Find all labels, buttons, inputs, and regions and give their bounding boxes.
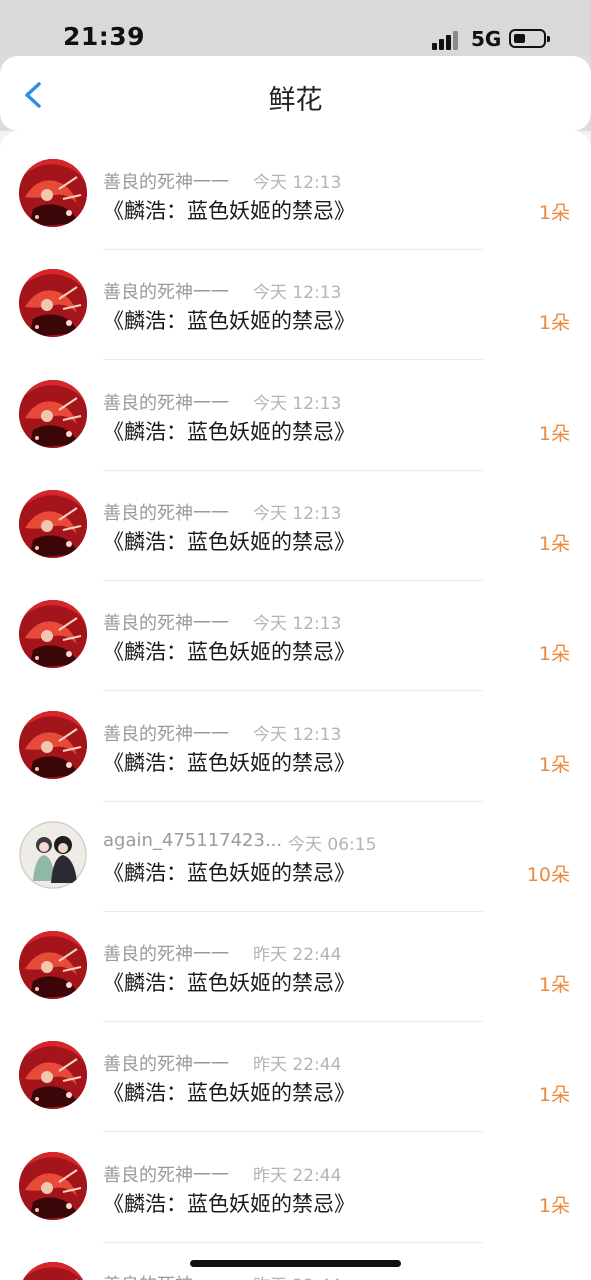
avatar[interactable] (19, 710, 87, 779)
flower-count: 1朵 (538, 1194, 570, 1217)
flower-count: 1朵 (538, 532, 570, 555)
list-item[interactable]: 善良的死神一一 昨天 22:44 《麟浩：蓝色妖姬的禁忌》 1朵 (0, 903, 591, 1023)
timestamp: 今天 12:13 (253, 724, 342, 745)
list-item[interactable]: 善良的死神一一 今天 12:13 《麟浩：蓝色妖姬的禁忌》 1朵 (0, 572, 591, 692)
flower-count: 1朵 (538, 312, 570, 335)
user-name[interactable]: 善良的死神一一 (103, 1050, 229, 1076)
list-item[interactable]: 善良的死神一一 昨天 22:44 《麟浩：蓝色妖姬的禁忌》 1朵 (0, 1124, 591, 1243)
flower-list[interactable]: 善良的死神一一 今天 12:13 《麟浩：蓝色妖姬的禁忌》 1朵 善良的死神一一 今天 … (0, 131, 591, 1280)
list-item[interactable]: 善良的死神一一 昨天 22:44 《麟浩：蓝色妖姬的禁忌》 1朵 (0, 1013, 591, 1133)
book-title[interactable]: 《麟浩：蓝色妖姬的禁忌》 (103, 636, 355, 666)
timestamp: 昨天 22:44 (253, 1055, 342, 1076)
avatar[interactable] (19, 1151, 87, 1220)
avatar[interactable] (19, 820, 87, 889)
avatar[interactable] (19, 489, 87, 558)
status-time: 21:39 (63, 22, 146, 51)
home-indicator[interactable] (190, 1260, 401, 1267)
avatar[interactable] (19, 1262, 87, 1280)
flower-count: 1朵 (538, 974, 570, 997)
flower-count: 1朵 (538, 643, 570, 666)
list-item[interactable]: 善良的死神一一 今天 12:13 《麟浩：蓝色妖姬的禁忌》 1朵 (0, 131, 591, 250)
user-name[interactable]: 善良的死神一一 (103, 940, 229, 966)
user-name[interactable]: 善良的死神一一 (103, 389, 229, 415)
nav-bar: 鲜花 (0, 56, 591, 131)
avatar[interactable] (19, 1041, 87, 1110)
timestamp: 今天 06:15 (288, 834, 377, 855)
book-title[interactable]: 《麟浩：蓝色妖姬的禁忌》 (103, 416, 355, 446)
network-label: 5G (471, 27, 502, 51)
user-name[interactable]: again_475117423... (103, 830, 282, 851)
book-title[interactable]: 《麟浩：蓝色妖姬的禁忌》 (103, 857, 355, 887)
list-item[interactable]: 善良的死神一一 今天 12:13 《麟浩：蓝色妖姬的禁忌》 1朵 (0, 683, 591, 802)
list-card: 善良的死神一一 今天 12:13 《麟浩：蓝色妖姬的禁忌》 1朵 善良的死神一一 今天 … (0, 131, 591, 1280)
status-bar: 21:39 5G (0, 0, 591, 56)
flower-count: 1朵 (538, 1084, 570, 1107)
battery-icon (509, 29, 550, 48)
book-title[interactable]: 《麟浩：蓝色妖姬的禁忌》 (103, 967, 355, 997)
flower-count: 1朵 (538, 753, 570, 776)
avatar[interactable] (19, 379, 87, 448)
list-item[interactable]: again_475117423... 今天 06:15 《麟浩：蓝色妖姬的禁忌》 10… (0, 793, 591, 912)
signal-icon (432, 30, 462, 50)
book-title[interactable]: 《麟浩：蓝色妖姬的禁忌》 (103, 747, 355, 777)
avatar[interactable] (19, 600, 87, 669)
avatar[interactable] (19, 269, 87, 338)
avatar[interactable] (19, 159, 87, 227)
timestamp: 昨天 22:44 (253, 1271, 341, 1280)
avatar[interactable] (19, 931, 87, 1000)
user-name[interactable]: 善良的死神一一 (103, 168, 229, 194)
user-name[interactable]: 善良的死神一一 (103, 1161, 229, 1187)
timestamp: 今天 12:13 (253, 503, 342, 524)
timestamp: 昨天 22:44 (253, 1165, 342, 1186)
list-item[interactable]: 善良的死神 昨天 22:44 (0, 1234, 591, 1280)
list-item[interactable]: 善良的死神一一 今天 12:13 《麟浩：蓝色妖姬的禁忌》 1朵 (0, 462, 591, 581)
timestamp: 昨天 22:44 (253, 945, 342, 966)
user-name[interactable]: 善良的死神一一 (103, 278, 229, 304)
timestamp: 今天 12:13 (253, 393, 342, 414)
book-title[interactable]: 《麟浩：蓝色妖姬的禁忌》 (103, 1188, 355, 1218)
timestamp: 今天 12:13 (253, 283, 342, 304)
book-title[interactable]: 《麟浩：蓝色妖姬的禁忌》 (103, 526, 355, 556)
user-name[interactable]: 善良的死神一一 (103, 609, 229, 635)
book-title[interactable]: 《麟浩：蓝色妖姬的禁忌》 (103, 1077, 355, 1107)
book-title[interactable]: 《麟浩：蓝色妖姬的禁忌》 (103, 195, 355, 225)
flower-count: 1朵 (538, 422, 570, 445)
user-name[interactable]: 善良的死神一一 (103, 720, 229, 746)
user-name[interactable]: 善良的死神 (103, 1271, 193, 1280)
user-name[interactable]: 善良的死神一一 (103, 499, 229, 525)
flower-count: 10朵 (526, 863, 570, 886)
page-title: 鲜花 (268, 85, 323, 116)
list-item[interactable]: 善良的死神一一 今天 12:13 《麟浩：蓝色妖姬的禁忌》 1朵 (0, 241, 591, 361)
timestamp: 今天 12:13 (253, 614, 342, 635)
timestamp: 今天 12:13 (253, 173, 342, 193)
list-item[interactable]: 善良的死神一一 今天 12:13 《麟浩：蓝色妖姬的禁忌》 1朵 (0, 352, 591, 471)
book-title[interactable]: 《麟浩：蓝色妖姬的禁忌》 (103, 305, 355, 335)
flower-count: 1朵 (538, 202, 570, 224)
